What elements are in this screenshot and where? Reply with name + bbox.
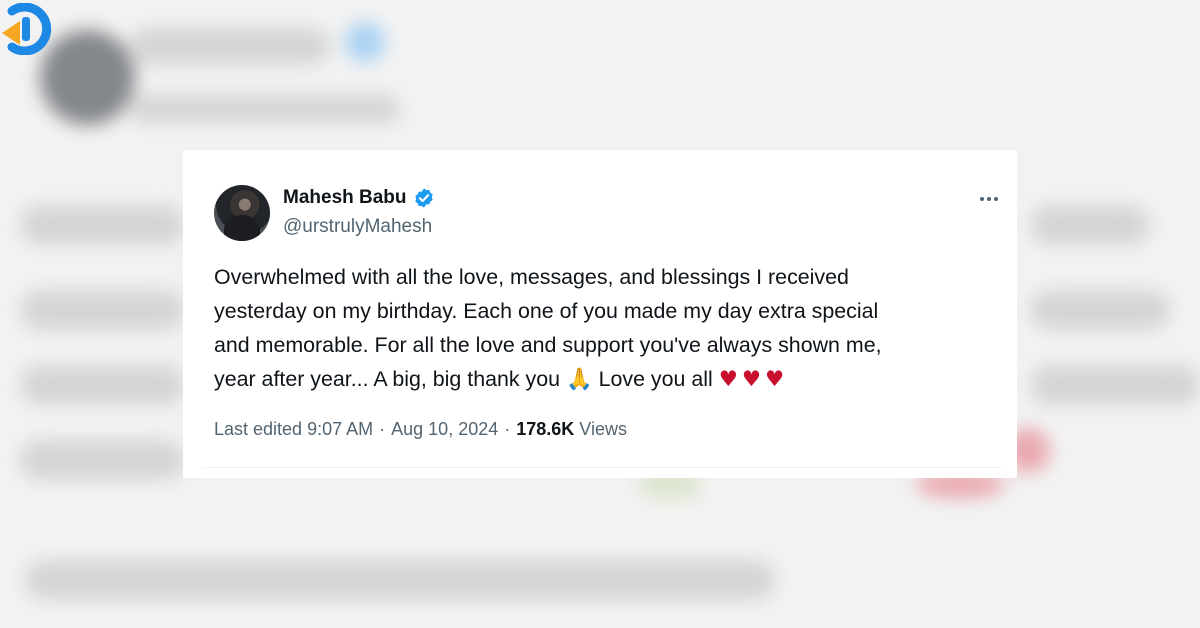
views-count[interactable]: 178.6K — [516, 419, 574, 440]
blurred-text-line — [20, 440, 185, 480]
avatar[interactable] — [214, 185, 270, 241]
site-logo — [2, 3, 52, 55]
views-label: Views — [579, 419, 627, 439]
meta-separator: · — [504, 419, 511, 439]
meta-separator: · — [379, 419, 386, 439]
verified-badge-icon — [414, 188, 433, 208]
author-row: Mahesh Babu — [283, 187, 435, 209]
tweet-date[interactable]: Aug 10, 2024 — [391, 419, 498, 440]
tweet-text-line: and memorable. For all the love and supp… — [214, 333, 882, 357]
tweet-text: Overwhelmed with all the love, messages,… — [214, 260, 994, 397]
tweet-card[interactable]: Mahesh Babu @urstrulyMahesh Overwhelmed … — [183, 150, 1017, 478]
heart-emoji-icon: ♥♥♥ — [718, 367, 789, 392]
blurred-verified-badge — [345, 22, 385, 62]
blurred-text-line — [1030, 205, 1150, 245]
tweet-text-line: yesterday on my birthday. Each one of yo… — [214, 299, 879, 323]
blurred-text-line — [20, 205, 185, 245]
more-options-icon[interactable] — [978, 188, 1002, 212]
blurred-text-line — [20, 365, 185, 405]
blurred-name — [130, 28, 330, 64]
blurred-text-line — [1030, 365, 1200, 405]
tweet-text-line: Overwhelmed with all the love, messages,… — [214, 265, 849, 289]
tweet-text-tail: Love you all — [598, 367, 713, 391]
author-handle[interactable]: @urstrulyMahesh — [283, 216, 432, 238]
tweet-meta: Last edited 9:07 AM · Aug 10, 2024 · 178… — [214, 419, 627, 440]
tweet-time[interactable]: 9:07 AM — [307, 419, 373, 440]
blurred-text-line — [20, 290, 185, 330]
blurred-meta-line — [25, 560, 775, 600]
pray-emoji-icon: 🙏 — [565, 367, 593, 392]
divider — [203, 467, 1003, 468]
tweet-text-line: year after year... A big, big thank you — [214, 367, 561, 391]
author-name[interactable]: Mahesh Babu — [283, 187, 407, 209]
edited-label[interactable]: Last edited — [214, 419, 302, 440]
blurred-text-line — [1030, 290, 1170, 330]
blurred-handle — [130, 95, 400, 123]
